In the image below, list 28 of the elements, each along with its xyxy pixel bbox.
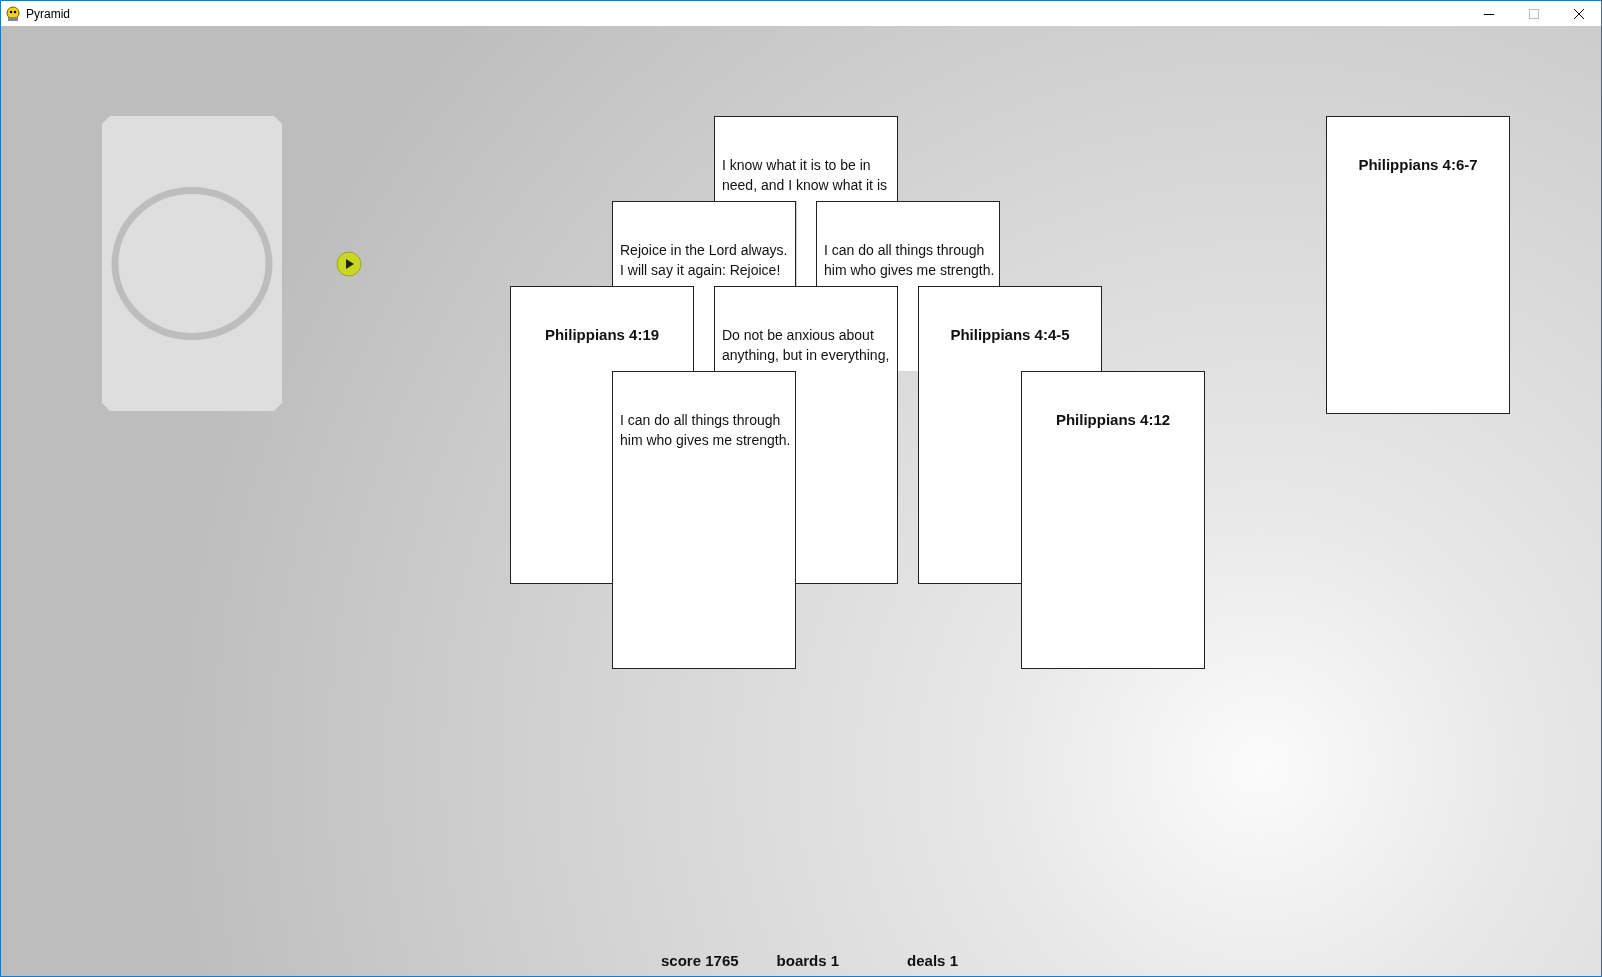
card-text: Do not be anxious about anything, but in everything,: [722, 326, 891, 365]
status-text: score 1765: [661, 952, 739, 969]
playing-card[interactable]: I know what it is to be in need, and I know what it is: [714, 116, 898, 201]
playing-card[interactable]: Philippians 4:19: [510, 286, 694, 371]
app-icon: [5, 5, 21, 22]
playing-card[interactable]: I can do all things through him who gives me strength.: [612, 371, 796, 669]
card-text: I know what it is to be in need, and I know what it is: [722, 156, 888, 195]
status-text: boards 1: [776, 952, 840, 969]
status-text: deals 1: [907, 952, 958, 969]
card-text: Rejoice in the Lord always. I will say it again: Rejoice!: [620, 241, 789, 280]
playing-card[interactable]: Do not be anxious about anything, but in everything,: [714, 286, 898, 371]
playing-card[interactable]: I can do all things through him who gives me strength.: [816, 201, 1000, 286]
card-text: Philippians 4:12: [1054, 410, 1172, 430]
window-title: Pyramid: [26, 6, 70, 21]
playing-card[interactable]: Philippians 4:4-5: [918, 286, 1102, 371]
playing-card[interactable]: Rejoice in the Lord always. I will say it again: Rejoice!: [612, 201, 796, 286]
playing-card[interactable]: Philippians 4:6-7: [1326, 116, 1510, 414]
card-text: Philippians 4:6-7: [1357, 155, 1479, 175]
ring-icon: [111, 186, 273, 341]
card-text: I can do all things through him who gives me strength.: [620, 411, 791, 450]
close-icon: [1573, 8, 1584, 19]
card-text: Philippians 4:4-5: [949, 325, 1071, 345]
play-icon[interactable]: [336, 251, 362, 277]
card-text: Philippians 4:19: [543, 325, 661, 345]
card-text: I can do all things through him who gives me strength.: [824, 241, 995, 280]
maximize-icon: [1528, 8, 1539, 19]
empty-stock-slot[interactable]: [102, 116, 282, 411]
playing-card[interactable]: Philippians 4:12: [1021, 371, 1205, 669]
